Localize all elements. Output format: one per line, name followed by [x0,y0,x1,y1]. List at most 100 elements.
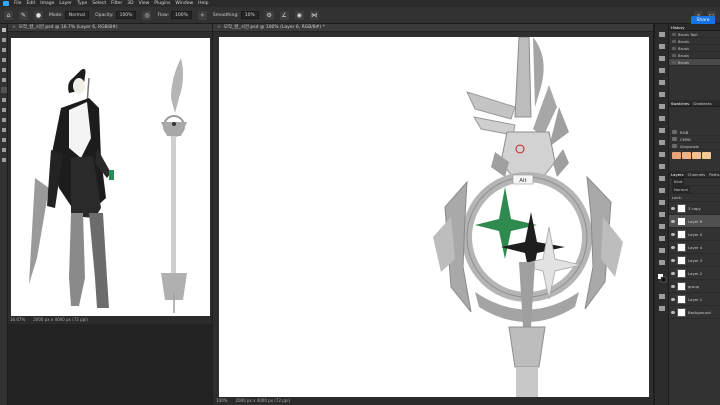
close-tab-icon[interactable]: × [12,25,16,30]
layers-blend-row: Normal [669,186,720,194]
tab-swatches[interactable]: Swatches [671,100,689,106]
mode-control: Mode: Normal [49,11,90,19]
panel-icon-strip [654,24,668,405]
layer-row-selected[interactable]: Layer 6 [669,215,720,228]
visibility-eye-icon[interactable] [671,284,675,288]
smoothing-settings-icon[interactable]: ⚙ [264,10,274,20]
swatch[interactable] [672,152,681,159]
flow-input[interactable]: 100% [171,11,192,19]
layer-row[interactable]: group [669,280,720,293]
menu-edit[interactable]: Edit [27,0,36,7]
zoom-level-reference[interactable]: 16.67% [10,316,25,324]
layer-row[interactable]: 3 copy [669,202,720,215]
menu-view[interactable]: View [139,0,150,7]
layer-row[interactable]: Layer 3 [669,254,720,267]
close-tab-icon[interactable]: × [217,25,221,30]
canvas-reference[interactable] [11,38,210,318]
mode-label: Mode: [49,12,63,18]
layer-row[interactable]: Layer 2 [669,267,720,280]
swatch-group-grayscale[interactable]: Grayscale [669,143,720,150]
layer-row[interactable]: Layer 5 [669,228,720,241]
home-icon[interactable]: ⌂ [4,10,13,20]
layer-blend-mode[interactable]: Normal [672,186,690,193]
sword-figure [161,58,187,313]
symmetry-icon[interactable]: ⋈ [309,10,319,20]
swatch-group-rgb[interactable]: RGB [669,129,720,136]
layer-thumbnail [677,216,686,226]
opacity-label: Opacity: [95,12,114,18]
menu-plugins[interactable]: Plugins [154,0,170,7]
document-tab-reference[interactable]: × 모작_칼_시안.psd @ 16.7% (Layer 6, RGB/8#) [8,24,212,32]
layer-name: group [688,283,700,289]
swatch[interactable] [682,152,691,159]
document-title-reference: 모작_칼_시안.psd @ 16.7% (Layer 6, RGB/8#) [18,25,118,30]
history-item[interactable]: Brush [669,38,720,45]
visibility-eye-icon[interactable] [671,219,675,223]
brush-preset-icon[interactable]: ✎ [19,10,28,20]
menu-layer[interactable]: Layer [59,0,72,7]
airbrush-icon[interactable]: ✧ [197,10,207,20]
menu-3d[interactable]: 3D [127,0,133,7]
workspace-empty-area [8,324,212,405]
swatch[interactable] [702,152,711,159]
menu-help[interactable]: Help [198,0,208,7]
tab-gradients[interactable]: Gradients [693,100,712,106]
document-title-main: 모작_칼_시안.psd @ 100% (Layer 6, RGB/8#) * [223,25,325,30]
layers-list: 3 copy Layer 6 Layer 5 Layer 4 Layer 3 L… [669,202,720,319]
panel-shortcut-icons[interactable] [655,24,669,405]
visibility-eye-icon[interactable] [671,245,675,249]
layer-kind-filter[interactable]: Kind [672,178,685,185]
swatch-group-cmyk[interactable]: CMYK [669,136,720,143]
tab-channels[interactable]: Channels [688,171,706,177]
pressure-opacity-icon[interactable]: ◎ [142,10,152,20]
menu-filter[interactable]: Filter [111,0,122,7]
swatch-group-label: CMYK [680,136,691,142]
layer-row[interactable]: Layer 1 [669,293,720,306]
swatch[interactable] [692,152,701,159]
angle-icon[interactable]: ∠ [279,10,289,20]
visibility-eye-icon[interactable] [671,271,675,275]
visibility-eye-icon[interactable] [671,297,675,301]
smoothing-input[interactable]: 10% [240,11,259,19]
document-size-main: 2000 px x 4000 px (72 ppi) [235,398,291,403]
history-item[interactable]: Brush [669,52,720,59]
layer-thumbnail [677,268,686,278]
history-tab-label[interactable]: History [671,24,685,30]
menu-window[interactable]: Window [175,0,193,7]
menu-file[interactable]: File [14,0,22,7]
opacity-input[interactable]: 100% [115,11,137,19]
tab-layers[interactable]: Layers [671,171,684,177]
layer-thumbnail [677,307,686,317]
alt-key-tooltip: Alt [519,178,527,184]
history-item[interactable]: Brush Tool [669,31,720,38]
swatch-group-label: Grayscale [680,143,699,149]
menu-select[interactable]: Select [92,0,106,7]
document-tab-main[interactable]: × 모작_칼_시안.psd @ 100% (Layer 6, RGB/8#) * [213,24,653,32]
flow-label: Flow: [157,12,169,18]
layer-row[interactable]: Layer 4 [669,241,720,254]
menu-type[interactable]: Type [77,0,87,7]
tool-icons[interactable] [0,24,8,224]
document-window-reference: ×모작_칼_시안.psd @ 16.7% (Layer 6, RGB/8#) [8,24,212,324]
history-item-selected[interactable]: Brush [669,59,720,66]
layer-row-background[interactable]: Background [669,306,720,319]
tab-paths[interactable]: Paths [709,171,719,177]
menu-image[interactable]: Image [40,0,54,7]
pressure-size-icon[interactable]: ◉ [294,10,304,20]
layer-thumbnail [677,203,686,213]
lock-label: Lock: [672,195,682,200]
canvas-main[interactable]: Alt [219,37,649,397]
history-panel-tab[interactable]: History [669,24,720,31]
visibility-eye-icon[interactable] [671,232,675,236]
history-list: Brush Tool Brush Brush Brush Brush [669,31,720,66]
options-bar: ⌂ ✎ ● Mode: Normal Opacity: 100% ◎ Flow:… [0,7,720,25]
flow-control: Flow: 100% [157,11,192,19]
visibility-eye-icon[interactable] [671,258,675,262]
history-item[interactable]: Brush [669,45,720,52]
mode-select[interactable]: Normal [64,11,90,19]
visibility-eye-icon[interactable] [671,206,675,210]
brush-settings-icon[interactable]: ● [34,10,43,20]
visibility-eye-icon[interactable] [671,310,675,314]
zoom-level-main[interactable]: 100% [216,397,227,405]
folder-icon [672,130,677,134]
